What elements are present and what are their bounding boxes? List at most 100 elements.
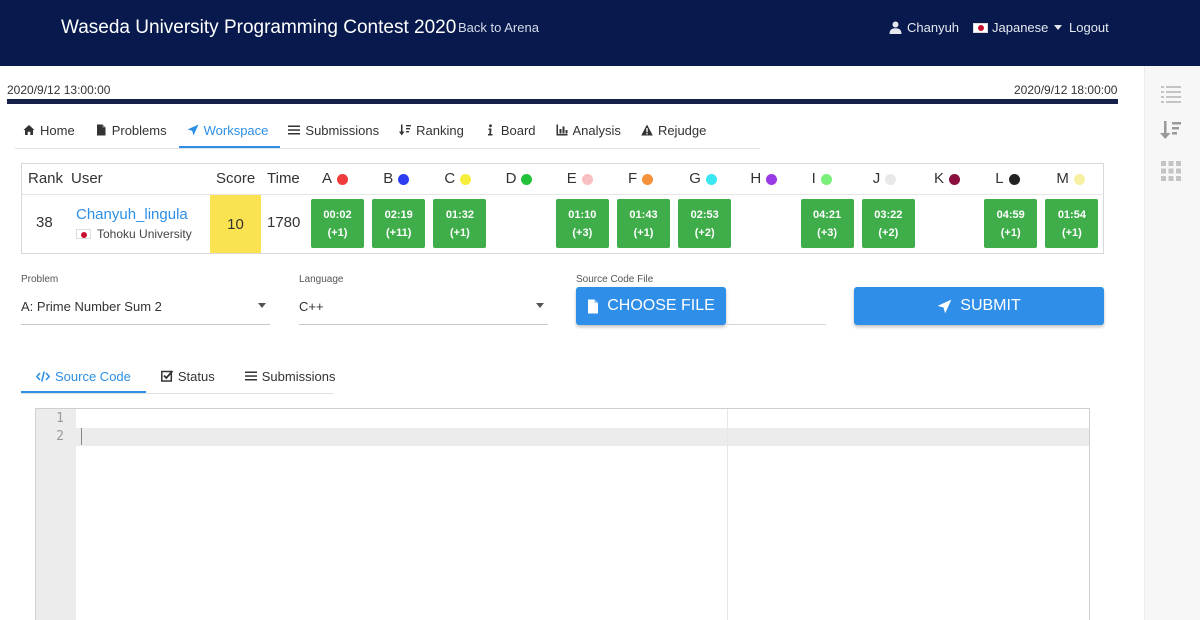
balloon-color-icon [820,173,832,185]
accepted-time: 01:43 [629,209,658,221]
file-icon [96,124,106,136]
balloon-color-icon [1008,173,1020,185]
list-icon [244,371,257,381]
sort-icon [399,124,412,136]
result-cell-l[interactable]: 04:59 (+1) [984,199,1038,248]
tab-status[interactable]: Status [146,361,230,393]
grid-view-icon[interactable] [1159,159,1183,183]
user-name-link[interactable]: Chanyuh_lingula [76,206,188,223]
tab-editor-submissions[interactable]: Submissions [230,361,351,393]
problem-letter: A [322,170,333,187]
penalty-count: (+1) [633,227,654,239]
tab-home[interactable]: Home [15,114,87,148]
result-cell-i[interactable]: 04:21 (+3) [800,199,854,248]
problem-letter: J [872,170,881,187]
result-cell-f[interactable]: 01:43 (+1) [617,199,670,248]
accepted-time: 01:54 [1057,209,1086,221]
problem-i-header[interactable]: I [812,164,832,194]
contest-title[interactable]: Waseda University Programming Contest 20… [61,17,456,39]
score-header: Score [216,170,256,187]
problem-m-header[interactable]: M [1056,164,1085,194]
tab-rejudge-label: Rejudge [657,122,707,138]
code-editor[interactable]: 1 2 [35,408,1090,620]
problem-letter: M [1056,170,1069,187]
paper-plane-icon [937,299,952,313]
result-cell-a[interactable]: 00:02 (+1) [311,199,364,248]
tab-home-label: Home [40,122,75,138]
editor-tabs-divider [21,393,334,394]
user-affiliation: Tohoku University [76,227,192,241]
penalty-count: (+1) [1000,227,1021,239]
contest-progress-bar [7,99,1118,104]
problem-b-header[interactable]: B [383,164,410,194]
problem-select-value: A: Prime Number Sum 2 [21,299,162,314]
penalty-count: (+1) [449,227,470,239]
affiliation-label: Tohoku University [97,227,192,241]
problem-a-header[interactable]: A [322,164,349,194]
logout-link[interactable]: Logout [1069,20,1109,35]
problem-c-header[interactable]: C [444,164,472,194]
choose-file-button[interactable]: CHOOSE FILE [576,287,726,325]
problem-letter: H [750,170,762,187]
balloon-color-icon [642,173,654,185]
tab-analysis[interactable]: Analysis [548,114,633,148]
list-view-icon[interactable] [1159,82,1183,106]
contest-start-time: 2020/9/12 13:00:00 [7,83,111,97]
balloon-color-icon [460,173,472,185]
tab-rejudge[interactable]: Rejudge [633,114,718,148]
balloon-color-icon [521,173,533,185]
problem-letter: L [995,170,1004,187]
balloon-color-icon [705,173,717,185]
problem-h-header[interactable]: H [750,164,778,194]
tab-source-code[interactable]: Source Code [21,361,146,393]
accepted-time: 04:21 [813,209,842,221]
problem-letter: E [566,170,577,187]
problem-letter: D [505,170,517,187]
submit-button[interactable]: SUBMIT [854,287,1104,325]
problem-j-header[interactable]: J [873,164,897,194]
tab-ranking[interactable]: Ranking [391,114,476,148]
tab-board[interactable]: Board [476,114,548,148]
result-cell-g[interactable]: 02:53 (+2) [678,199,732,248]
result-cell-b[interactable]: 02:19 (+11) [372,199,426,248]
line-number: 2 [56,429,64,444]
tab-submissions-label: Submissions [305,122,380,138]
result-cell-e[interactable]: 01:10 (+3) [555,199,609,248]
problem-l-header[interactable]: L [995,164,1020,194]
tab-status-label: Status [177,368,215,384]
problem-d-header[interactable]: D [506,164,533,194]
accepted-time: 01:32 [445,209,474,221]
active-line-highlight [36,428,1089,446]
problem-g-header[interactable]: G [689,164,717,194]
problem-k-header[interactable]: K [934,164,961,194]
result-cell-m[interactable]: 01:54 (+1) [1045,199,1099,248]
language-label: Japanese [992,20,1049,35]
user-header: User [71,170,103,187]
code-icon [36,370,50,382]
problem-f-header[interactable]: F [628,164,654,194]
file-name-field [726,324,826,325]
problem-letter: F [628,170,638,187]
tab-submissions[interactable]: Submissions [280,114,391,148]
top-navbar: Waseda University Programming Contest 20… [0,0,1200,66]
tab-workspace[interactable]: Workspace [178,114,281,148]
sort-icon[interactable] [1159,118,1183,142]
line-number: 1 [56,411,64,426]
right-sidebar [1144,66,1200,620]
problem-select[interactable]: A: Prime Number Sum 2 [21,293,270,325]
rank-value: 38 [36,214,53,231]
language-dropdown[interactable]: Japanese [973,20,1063,35]
tab-board-label: Board [500,122,536,138]
tab-problems[interactable]: Problems [87,114,179,148]
accepted-time: 00:02 [323,209,352,221]
problem-letter: K [934,170,945,187]
penalty-count: (+11) [385,227,412,239]
result-cell-c[interactable]: 01:32 (+1) [433,199,487,248]
bar-chart-icon [556,124,568,136]
accepted-time: 04:59 [996,209,1025,221]
result-cell-j[interactable]: 03:22 (+2) [861,199,915,248]
back-to-arena-link[interactable]: Back to Arena [458,20,539,35]
problem-e-header[interactable]: E [567,164,593,194]
user-menu[interactable]: Chanyuh [889,20,959,35]
language-select[interactable]: C++ [299,293,548,325]
